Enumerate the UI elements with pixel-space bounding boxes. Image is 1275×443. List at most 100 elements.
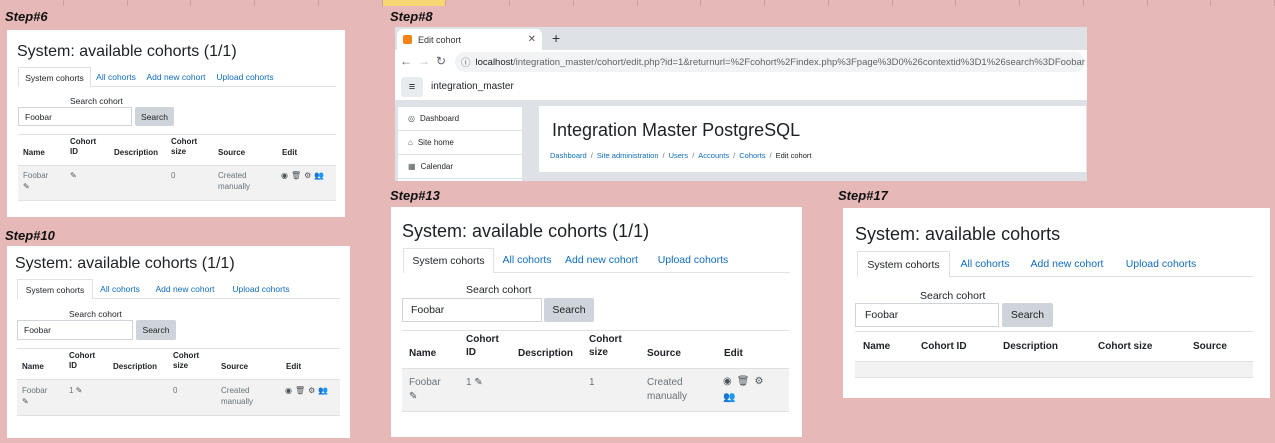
col-cohort-size: Cohort size	[173, 351, 200, 370]
breadcrumb-site-administration[interactable]: Site administration	[597, 151, 659, 160]
tab-system-cohorts[interactable]: System cohorts	[18, 67, 91, 87]
tab-upload-cohorts[interactable]: Upload cohorts	[211, 66, 279, 86]
cohorts-panel-step6: System: available cohorts (1/1) System c…	[7, 30, 345, 217]
tab-all-cohorts[interactable]: All cohorts	[950, 250, 1020, 276]
edit-actions: ◉ 🗑 ⚙ 👥	[281, 171, 325, 180]
search-input[interactable]: Foobar	[855, 303, 999, 327]
tab-upload-cohorts[interactable]: Upload cohorts	[223, 278, 299, 298]
page-title: System: available cohorts (1/1)	[15, 255, 235, 272]
cohorts-panel-step13: System: available cohorts (1/1) System c…	[391, 207, 802, 437]
pencil-icon[interactable]: ✎	[23, 182, 30, 193]
close-tab-icon[interactable]: ✕	[528, 34, 536, 45]
search-input[interactable]: Foobar	[17, 320, 133, 340]
trash-icon[interactable]: 🗑	[291, 171, 301, 180]
back-icon[interactable]: ←	[400, 54, 412, 68]
table-header: Name Cohort ID Description Cohort size S…	[402, 330, 789, 369]
cohort-tabs: System cohorts All cohorts Add new cohor…	[18, 66, 336, 87]
step-label-10: Step#10	[5, 228, 55, 243]
pencil-icon[interactable]: ✎	[22, 397, 29, 408]
search-input[interactable]: Foobar	[402, 298, 542, 322]
search-button[interactable]: Search	[544, 298, 594, 322]
cohort-source-cell: Created manually	[647, 377, 688, 402]
users-icon[interactable]: 👥	[723, 392, 735, 403]
tab-system-cohorts[interactable]: System cohorts	[17, 279, 93, 299]
tab-all-cohorts[interactable]: All cohorts	[93, 278, 147, 298]
search-label: Search cohort	[920, 290, 986, 302]
cohort-name: Foobar ✎	[23, 171, 49, 193]
cohort-name: Foobar ✎	[409, 377, 441, 404]
cohort-size-cell: 1	[589, 377, 595, 388]
tab-upload-cohorts[interactable]: Upload cohorts	[643, 247, 743, 272]
site-info-icon[interactable]: ⓘ	[461, 55, 471, 69]
tab-system-cohorts[interactable]: System cohorts	[403, 248, 494, 273]
cohort-id-cell: 1 ✎	[69, 386, 83, 397]
users-icon[interactable]: 👥	[314, 171, 324, 180]
table-row: Foobar ✎ 1 ✎ 1 Created manually ◉ 🗑 ⚙ 👥	[402, 369, 789, 412]
moodle-favicon-icon	[403, 35, 412, 44]
tab-all-cohorts[interactable]: All cohorts	[91, 66, 141, 86]
browser-tab[interactable]: Edit cohort ✕	[397, 29, 542, 50]
address-bar[interactable]: ⓘ localhost/integration_master/cohort/ed…	[455, 52, 1085, 72]
cohorts-panel-step10: System: available cohorts (1/1) System c…	[7, 246, 350, 438]
browser-window: Edit cohort ✕ + ← → ↻ ⓘ localhost/integr…	[395, 27, 1087, 181]
eye-icon[interactable]: ◉	[723, 376, 732, 387]
gear-icon[interactable]: ⚙	[308, 386, 315, 395]
breadcrumb-users[interactable]: Users	[669, 151, 689, 160]
breadcrumb-cohorts[interactable]: Cohorts	[739, 151, 765, 160]
url-path: /integration_master/cohort/edit.php?id=1…	[513, 56, 1085, 68]
moodle-navbar: ≡ integration_master	[395, 74, 1087, 101]
pencil-icon[interactable]: ✎	[70, 171, 77, 182]
col-cohort-size: Cohort size	[1098, 341, 1153, 352]
tab-upload-cohorts[interactable]: Upload cohorts	[1114, 250, 1208, 276]
trash-icon[interactable]: 🗑	[295, 386, 305, 395]
site-name[interactable]: integration_master	[431, 81, 514, 92]
eye-icon[interactable]: ◉	[281, 171, 288, 180]
users-icon[interactable]: 👥	[318, 386, 328, 395]
page-title: System: available cohorts	[855, 224, 1061, 244]
table-header: Name Cohort ID Description Cohort size S…	[17, 348, 340, 380]
reload-icon[interactable]: ↻	[436, 54, 446, 68]
cohort-name: Foobar ✎	[22, 386, 48, 408]
drawer-item-calendar[interactable]: ▦ Calendar	[398, 155, 522, 179]
search-label: Search cohort	[70, 96, 123, 106]
tab-add-new-cohort[interactable]: Add new cohort	[560, 247, 643, 272]
cohort-source-cell: Created manually	[218, 171, 251, 191]
table-row: Foobar ✎ 1 ✎ 0 Created manually ◉ 🗑 ⚙ 👥	[17, 380, 340, 416]
search-button[interactable]: Search	[136, 320, 176, 340]
menu-toggle-icon[interactable]: ≡	[401, 77, 423, 97]
tab-all-cohorts[interactable]: All cohorts	[494, 247, 560, 272]
tab-add-new-cohort[interactable]: Add new cohort	[1020, 250, 1114, 276]
pencil-icon[interactable]: ✎	[76, 386, 83, 397]
trash-icon[interactable]: 🗑	[737, 376, 750, 387]
forward-icon[interactable]: →	[418, 54, 430, 68]
search-button[interactable]: Search	[135, 107, 174, 126]
dashboard-icon: ◎	[408, 114, 415, 123]
pencil-icon[interactable]: ✎	[474, 376, 482, 390]
eye-icon[interactable]: ◉	[285, 386, 292, 395]
tab-add-new-cohort[interactable]: Add new cohort	[147, 278, 223, 298]
search-input[interactable]: Foobar	[18, 107, 132, 126]
cohort-id-cell: ✎	[70, 171, 77, 182]
edit-actions: ◉ 🗑 ⚙ 👥	[285, 386, 331, 395]
gear-icon[interactable]: ⚙	[754, 376, 763, 387]
drawer-item-dashboard[interactable]: ◎ Dashboard	[398, 107, 522, 131]
step-label-8: Step#8	[390, 9, 433, 24]
home-icon: ⌂	[408, 138, 413, 147]
tab-system-cohorts[interactable]: System cohorts	[857, 251, 950, 277]
new-tab-icon[interactable]: +	[552, 30, 560, 46]
cohorts-panel-step17: System: available cohorts System cohorts…	[843, 208, 1270, 398]
pencil-icon[interactable]: ✎	[409, 390, 417, 404]
breadcrumb-accounts[interactable]: Accounts	[698, 151, 729, 160]
table-header: Name Cohort ID Description Cohort size S…	[18, 134, 336, 166]
tab-add-new-cohort[interactable]: Add new cohort	[141, 66, 211, 86]
step-label-6: Step#6	[5, 9, 48, 24]
search-button[interactable]: Search	[1002, 303, 1053, 327]
page-title: System: available cohorts (1/1)	[17, 43, 237, 60]
col-cohort-size: Cohort size	[171, 137, 198, 156]
breadcrumb-dashboard[interactable]: Dashboard	[550, 151, 587, 160]
gear-icon[interactable]: ⚙	[304, 171, 311, 180]
search-label: Search cohort	[69, 309, 122, 319]
calendar-icon: ▦	[408, 162, 416, 171]
col-cohort-id: Cohort ID	[70, 137, 97, 156]
drawer-item-site-home[interactable]: ⌂ Site home	[398, 131, 522, 155]
